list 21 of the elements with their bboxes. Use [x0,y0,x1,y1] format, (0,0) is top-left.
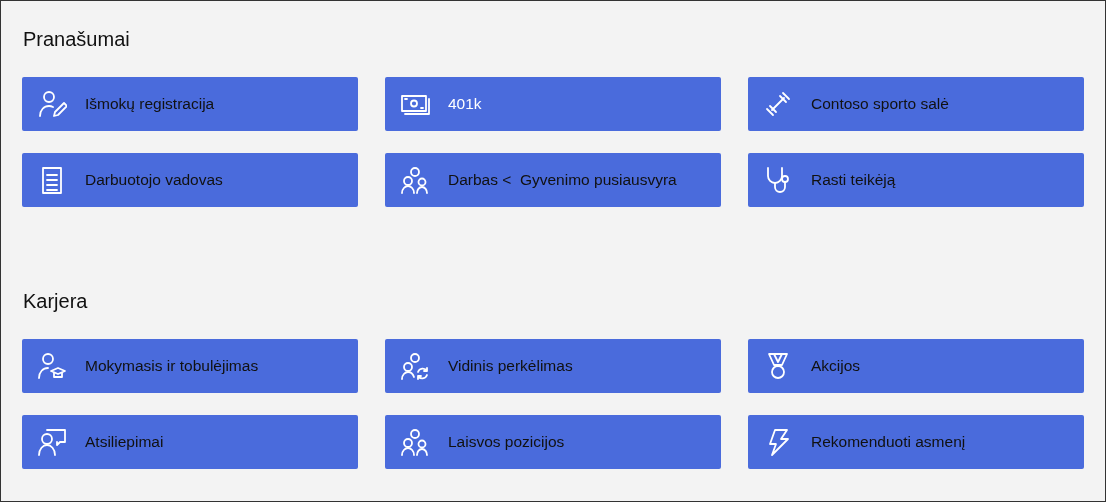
tile-button[interactable]: Rekomenduoti asmenį [748,415,1084,469]
person-chat-icon [37,427,67,457]
tile-button[interactable]: Vidinis perkėlimas [385,339,721,393]
tile-button[interactable]: Išmokų registracija [22,77,358,131]
tile-button[interactable]: Darbas < Gyvenimo pusiausvyra [385,153,721,207]
tile-button[interactable]: Rasti teikėją [748,153,1084,207]
person-pencil-icon [37,89,67,119]
tile-button[interactable]: Laisvos pozicijos [385,415,721,469]
tile-button[interactable]: Mokymasis ir tobulėjimas [22,339,358,393]
tile-button[interactable]: Akcijos [748,339,1084,393]
people-icon [400,427,430,457]
tile-button[interactable]: 401k [385,77,721,131]
dumbbell-icon [763,89,793,119]
section-heading: Pranašumai [23,27,131,52]
tile-button[interactable]: Contoso sporto salė [748,77,1084,131]
tile-button[interactable]: Atsiliepimai [22,415,358,469]
tile-button[interactable]: Darbuotojo vadovas [22,153,358,207]
person-cap-icon [37,351,67,381]
section-heading: Karjera [23,289,89,314]
people-icon [400,165,430,195]
people-sync-icon [400,351,430,381]
